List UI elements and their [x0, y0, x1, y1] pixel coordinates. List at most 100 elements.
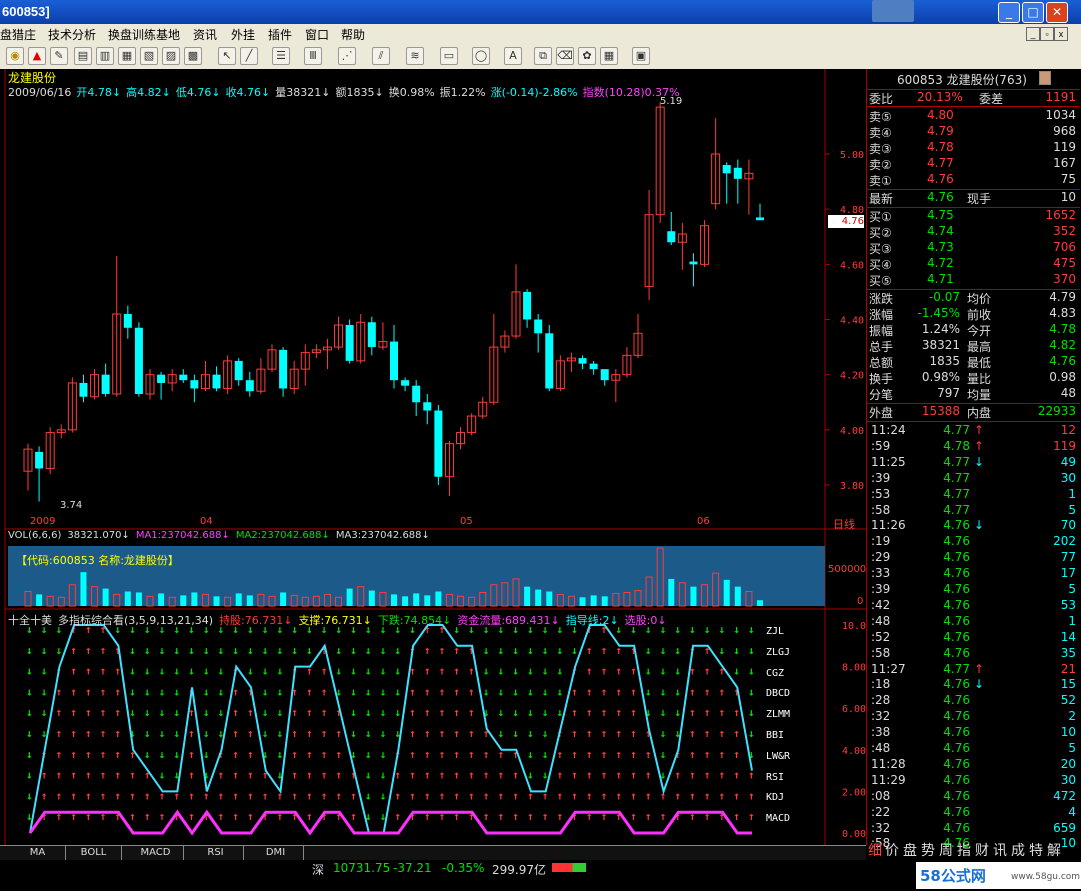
channel-icon[interactable]: ⫽: [372, 47, 390, 65]
text-tool-icon[interactable]: A: [504, 47, 522, 65]
eraser-icon[interactable]: ⌫: [556, 47, 574, 65]
period-label[interactable]: 日线: [833, 516, 855, 532]
indicator-name-4: ZLMM: [766, 709, 791, 721]
signal-arrow: ↑: [689, 769, 696, 782]
signal-arrow: ↓: [144, 644, 151, 657]
menu-item-4[interactable]: 外挂: [231, 26, 255, 43]
right-tab-4[interactable]: 周: [939, 840, 953, 860]
tab-rsi[interactable]: RSI: [188, 846, 244, 860]
index-pct: -0.35%: [442, 861, 485, 875]
tick-row-3: :39 4.77 30: [871, 470, 1076, 485]
ind-line-seg-3: 支撑:76.731↓: [298, 614, 372, 627]
signal-arrow: ↓: [159, 748, 166, 761]
kline-chart[interactable]: 5.004.804.604.404.204.003.80 10.008.006.…: [0, 69, 866, 845]
vertical-lines-icon[interactable]: Ⅲ: [304, 47, 322, 65]
layout-five-icon[interactable]: ▨: [162, 47, 180, 65]
tab-boll[interactable]: BOLL: [66, 846, 122, 860]
tab-dmi[interactable]: DMI: [248, 846, 304, 860]
right-tab-7[interactable]: 讯: [993, 840, 1007, 860]
copy-icon[interactable]: ⧉: [534, 47, 552, 65]
mdi-minimize-button[interactable]: _: [1026, 27, 1040, 41]
signal-arrow: ↓: [159, 706, 166, 719]
toolbar: ◉ ▲ ✎ ▤ ▥ ▦ ▧ ▨ ▩ ↖ ╱ ☰ Ⅲ ⋰ ⫽ ≋ ▭ ◯ A ⧉ …: [0, 44, 1081, 70]
mdi-restore-button[interactable]: ▫: [1040, 27, 1054, 41]
signal-arrow: ↑: [306, 685, 313, 698]
signal-arrow: ↓: [144, 706, 151, 719]
scroll-icon[interactable]: [1039, 71, 1051, 85]
right-tab-0[interactable]: 细: [868, 840, 882, 860]
menu-item-5[interactable]: 插件: [268, 26, 292, 43]
pen-icon[interactable]: ✎: [50, 47, 68, 65]
layout-six-icon[interactable]: ▩: [184, 47, 202, 65]
maximize-button[interactable]: □: [1022, 2, 1044, 23]
menu-item-2[interactable]: 换盘训练基地: [108, 26, 180, 43]
indicator-name-3: DBCD: [766, 688, 791, 700]
right-tab-3[interactable]: 势: [921, 840, 935, 860]
signal-arrow: ↑: [630, 810, 637, 823]
vol-bar-1: [36, 594, 43, 606]
signal-arrow: ↑: [100, 644, 107, 657]
signal-arrow: ↓: [527, 685, 534, 698]
signal-arrow: ↑: [335, 769, 342, 782]
right-tab-10[interactable]: 解: [1047, 840, 1061, 860]
vol-bar-9: [124, 591, 131, 606]
right-tab-1[interactable]: 价: [885, 840, 899, 860]
right-tab-2[interactable]: 盘: [903, 840, 917, 860]
signal-arrow: ↓: [380, 685, 387, 698]
signal-arrow: ↑: [439, 685, 446, 698]
tab-ma[interactable]: MA: [10, 846, 66, 860]
menu-item-3[interactable]: 资讯: [193, 26, 217, 43]
signal-arrow: ↓: [498, 665, 505, 678]
right-tab-5[interactable]: 指: [957, 840, 971, 860]
save-icon[interactable]: ▣: [632, 47, 650, 65]
circle-icon[interactable]: ◯: [472, 47, 490, 65]
layout-two-icon[interactable]: ▥: [96, 47, 114, 65]
signal-arrow: ↑: [615, 789, 622, 802]
grid-icon[interactable]: ▦: [600, 47, 618, 65]
signal-arrow: ↓: [232, 644, 239, 657]
signal-arrow: ↓: [247, 644, 254, 657]
text-list-icon[interactable]: ☰: [272, 47, 290, 65]
signal-arrow: ↑: [247, 810, 254, 823]
right-tab-6[interactable]: 财: [975, 840, 989, 860]
tick-row-15: 11:27 4.77 ↑ 21: [871, 661, 1076, 676]
menu-item-7[interactable]: 帮助: [341, 26, 365, 43]
signal-arrow: ↑: [424, 665, 431, 678]
signal-arrow: ↑: [719, 685, 726, 698]
minimize-button[interactable]: _: [998, 2, 1020, 23]
tick-row-8: :29 4.76 77: [871, 550, 1076, 565]
signal-arrow: ↓: [173, 706, 180, 719]
cursor-icon[interactable]: ↖: [218, 47, 236, 65]
signal-arrow: ↑: [674, 789, 681, 802]
tab-macd[interactable]: MACD: [128, 846, 184, 860]
signal-arrow: ↑: [85, 665, 92, 678]
candle-body-10: [134, 327, 143, 394]
menu-item-1[interactable]: 技术分析: [48, 26, 96, 43]
signal-arrow: ↓: [542, 706, 549, 719]
signal-arrow: ↓: [276, 685, 283, 698]
signal-arrow: ↓: [218, 665, 225, 678]
mdi-close-button[interactable]: x: [1054, 27, 1068, 41]
layout-four-icon[interactable]: ▧: [140, 47, 158, 65]
tick-row-2: 11:25 4.77 ↓ 49: [871, 454, 1076, 469]
guide-line: [29, 624, 753, 834]
coin-icon[interactable]: ◉: [6, 47, 24, 65]
signal-arrow: ↓: [55, 644, 62, 657]
menu-item-0[interactable]: 盘猎庄: [0, 26, 36, 43]
line-tool-icon[interactable]: ╱: [240, 47, 258, 65]
rectangle-icon[interactable]: ▭: [440, 47, 458, 65]
fan-lines-icon[interactable]: ⋰: [338, 47, 356, 65]
layout-three-icon[interactable]: ▦: [118, 47, 136, 65]
parallel-icon[interactable]: ≋: [406, 47, 424, 65]
indicator-name-9: MACD: [766, 813, 791, 825]
palette-icon[interactable]: ✿: [578, 47, 596, 65]
signal-arrow: ↑: [394, 810, 401, 823]
candle-body-1: [35, 451, 44, 469]
right-tab-9[interactable]: 特: [1029, 840, 1043, 860]
close-button[interactable]: ✕: [1046, 2, 1068, 23]
right-tab-8[interactable]: 成: [1011, 840, 1025, 860]
menu-item-6[interactable]: 窗口: [305, 26, 329, 43]
alarm-icon[interactable]: ▲: [28, 47, 46, 65]
signal-arrow: ↑: [439, 644, 446, 657]
layout-one-icon[interactable]: ▤: [74, 47, 92, 65]
